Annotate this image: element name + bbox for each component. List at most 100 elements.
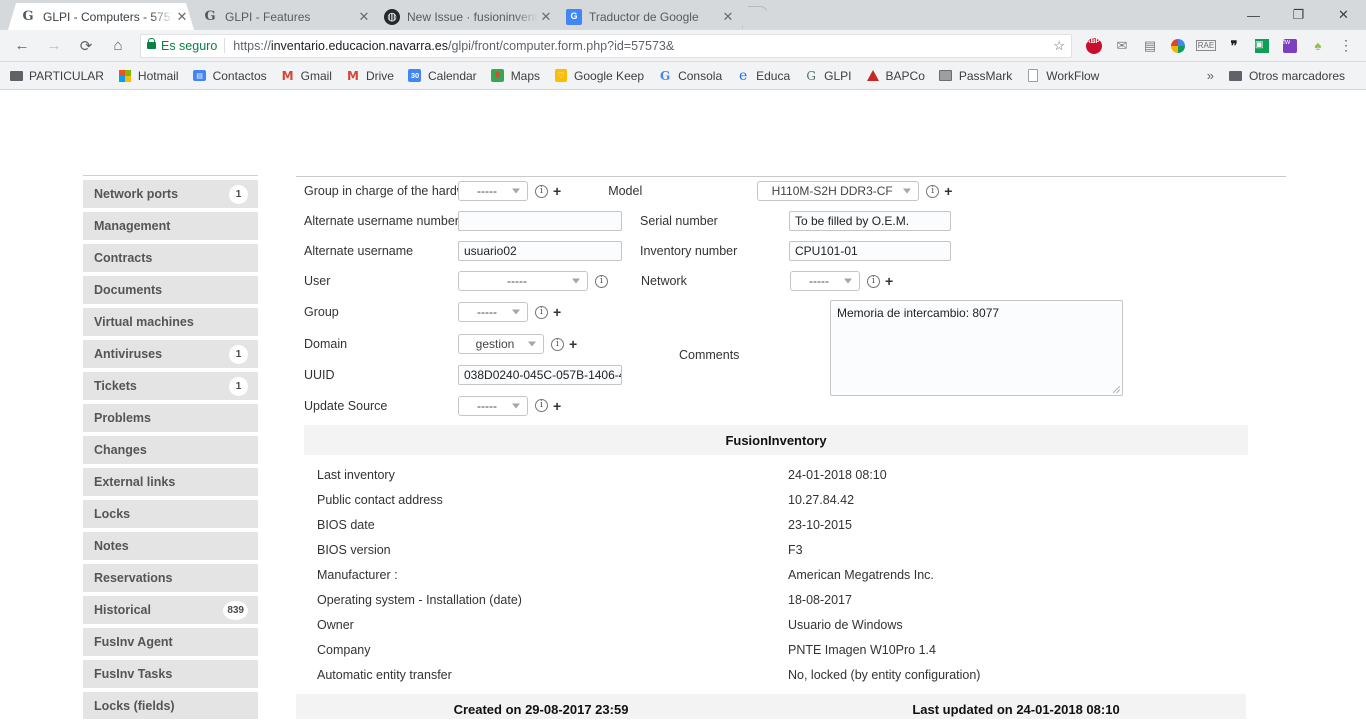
info-icon[interactable]: i: [926, 184, 940, 198]
fw-extension-icon[interactable]: fw: [1278, 34, 1302, 58]
sidebar-item-contracts[interactable]: Contracts: [83, 244, 258, 272]
bookmark-calendar[interactable]: 30 Calendar: [407, 68, 477, 84]
back-icon[interactable]: ←: [8, 32, 36, 60]
leaf-icon[interactable]: ♠: [1306, 34, 1330, 58]
sidebar-item-network-ports[interactable]: Network ports 1: [83, 180, 258, 208]
quotes-icon[interactable]: ❞: [1222, 34, 1246, 58]
bookmark-gmail[interactable]: M Gmail: [280, 68, 332, 84]
bookmark-star-icon[interactable]: ☆: [1053, 38, 1065, 54]
adblock-plus-icon[interactable]: ABP: [1082, 34, 1106, 58]
sidebar-item-fusinv-tasks[interactable]: FusInv Tasks: [83, 660, 258, 688]
row-value: PNTE Imagen W10Pro 1.4: [788, 642, 936, 657]
fusioninventory-panel: FusionInventory Last inventory 24-01-201…: [304, 425, 1248, 687]
model-select[interactable]: H110M-S2H DDR3-CF: [757, 181, 920, 201]
bookmark-drive[interactable]: M Drive: [345, 68, 394, 84]
input-value: 038D0240-045C-057B-1406-44: [464, 368, 622, 382]
chrome-menu-icon[interactable]: ⋮: [1334, 34, 1358, 58]
minimize-button[interactable]: —: [1231, 0, 1276, 30]
sidebar-item-reservations[interactable]: Reservations: [83, 564, 258, 592]
add-icon[interactable]: +: [885, 274, 893, 288]
close-icon[interactable]: ✕: [538, 9, 554, 25]
info-icon[interactable]: i: [867, 274, 880, 288]
new-tab-button[interactable]: [742, 6, 768, 28]
add-icon[interactable]: +: [944, 184, 952, 198]
info-icon[interactable]: i: [535, 399, 548, 412]
close-icon[interactable]: ✕: [356, 9, 372, 25]
browser-tab-2[interactable]: ◍ New Issue · fusioninventory ✕: [372, 3, 558, 30]
bookmark-label: Calendar: [427, 68, 477, 83]
sidebar-item-fusinv-agent[interactable]: FusInv Agent: [83, 628, 258, 656]
info-icon[interactable]: i: [551, 337, 564, 351]
sidebar-item-notes[interactable]: Notes: [83, 532, 258, 560]
info-icon[interactable]: i: [595, 274, 608, 288]
sidebar-item-management[interactable]: Management: [83, 212, 258, 240]
uuid-input[interactable]: 038D0240-045C-057B-1406-44: [458, 365, 622, 385]
row-value: 18-08-2017: [788, 592, 852, 607]
info-icon[interactable]: i: [535, 305, 548, 319]
sidebar-item-tickets[interactable]: Tickets 1: [83, 372, 258, 400]
domain-select[interactable]: gestion: [458, 334, 544, 354]
alternate-username-number-input[interactable]: [458, 211, 622, 231]
add-icon[interactable]: +: [553, 305, 561, 319]
group-in-charge-select[interactable]: -----: [458, 181, 528, 201]
bookmarks-overflow-icon[interactable]: »: [1207, 68, 1214, 83]
sidebar-item-changes[interactable]: Changes: [83, 436, 258, 464]
bookmark-contactos[interactable]: ▤ Contactos: [192, 68, 267, 84]
row-value: F3: [788, 542, 803, 557]
inventory-number-input[interactable]: CPU101-01: [789, 241, 951, 261]
browser-chrome: G GLPI - Computers - 5757 ✕ G GLPI - Fea…: [0, 0, 1366, 90]
bookmark-google-keep[interactable]: ♡ Google Keep: [553, 68, 644, 84]
home-icon[interactable]: ⌂: [104, 32, 132, 60]
forward-icon[interactable]: →: [40, 32, 68, 60]
add-icon[interactable]: +: [569, 337, 577, 351]
contacts-icon[interactable]: ▣: [1250, 34, 1274, 58]
address-bar[interactable]: Es seguro https:// inventario.educacion.…: [140, 33, 1072, 58]
alternate-username-input[interactable]: usuario02: [458, 241, 622, 261]
bookmark-educa[interactable]: e Educa: [735, 68, 790, 84]
bookmark-glpi[interactable]: G GLPI: [803, 68, 851, 84]
sidebar-item-virtual-machines[interactable]: Virtual machines: [83, 308, 258, 336]
bookmark-passmark[interactable]: PassMark: [938, 68, 1012, 84]
sidebar-item-label: Antiviruses: [94, 347, 163, 361]
table-icon[interactable]: ▤: [1138, 34, 1162, 58]
sidebar-item-external-links[interactable]: External links: [83, 468, 258, 496]
network-select[interactable]: -----: [790, 271, 860, 291]
sidebar-item-locks-fields[interactable]: Locks (fields): [83, 692, 258, 719]
table-row: BIOS version F3: [304, 537, 1248, 562]
maximize-button[interactable]: ❐: [1276, 0, 1321, 30]
sidebar-item-locks[interactable]: Locks: [83, 500, 258, 528]
close-icon[interactable]: ✕: [720, 9, 736, 25]
sidebar-item-label: Historical: [94, 603, 151, 617]
bookmark-maps[interactable]: Maps: [490, 68, 540, 84]
browser-tab-1[interactable]: G GLPI - Features ✕: [190, 3, 376, 30]
bookmark-otros-marcadores[interactable]: Otros marcadores: [1228, 68, 1345, 84]
bookmark-consola[interactable]: G Consola: [657, 68, 722, 84]
input-value: CPU101-01: [795, 244, 858, 258]
add-icon[interactable]: +: [553, 399, 561, 413]
bookmark-hotmail[interactable]: Hotmail: [117, 68, 179, 84]
sidebar-item-antiviruses[interactable]: Antiviruses 1: [83, 340, 258, 368]
close-window-button[interactable]: ✕: [1321, 0, 1366, 30]
browser-tab-3[interactable]: G Traductor de Google ✕: [554, 3, 740, 30]
bookmark-bapco[interactable]: BAPCo: [865, 68, 925, 84]
comments-textarea[interactable]: Memoria de intercambio: 8077: [830, 300, 1123, 396]
sidebar-item-documents[interactable]: Documents: [83, 276, 258, 304]
row-key: BIOS date: [317, 517, 375, 532]
sidebar-item-historical[interactable]: Historical 839: [83, 596, 258, 624]
group-select[interactable]: -----: [458, 302, 528, 322]
bookmark-particular[interactable]: PARTICULAR: [8, 68, 104, 84]
info-icon[interactable]: i: [535, 184, 548, 198]
reload-icon[interactable]: ⟳: [72, 32, 100, 60]
bookmark-workflow[interactable]: WorkFlow: [1025, 68, 1099, 84]
mail-icon[interactable]: ✉: [1110, 34, 1134, 58]
update-source-select[interactable]: -----: [458, 395, 528, 416]
sidebar-item-label: Reservations: [94, 571, 173, 585]
serial-number-input[interactable]: To be filled by O.E.M.: [789, 211, 951, 231]
sidebar-item-problems[interactable]: Problems: [83, 404, 258, 432]
browser-tab-0[interactable]: G GLPI - Computers - 5757 ✕: [8, 3, 194, 30]
user-select[interactable]: -----: [458, 271, 588, 291]
rae-dictionary-icon[interactable]: RAE: [1194, 34, 1218, 58]
add-icon[interactable]: +: [553, 184, 561, 198]
close-icon[interactable]: ✕: [174, 9, 190, 25]
color-wheel-icon[interactable]: [1166, 34, 1190, 58]
